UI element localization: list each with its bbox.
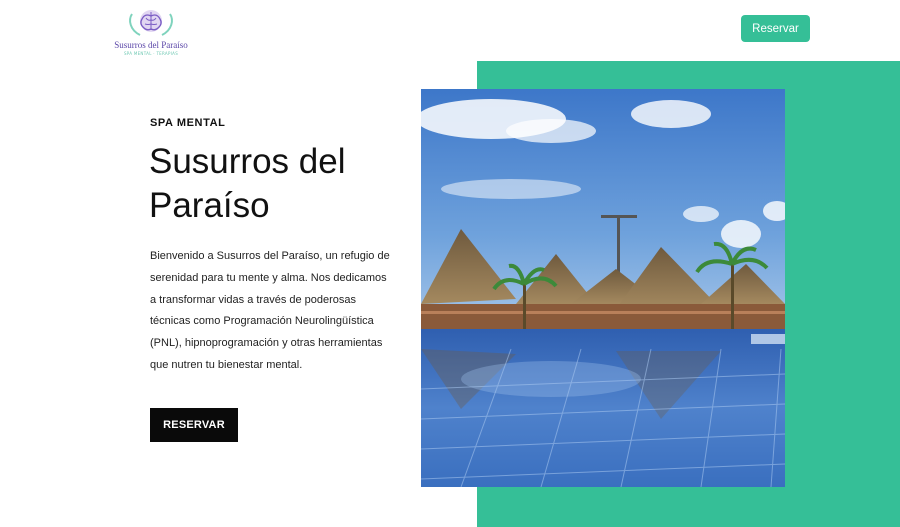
- logo-title: Susurros del Paraíso: [114, 40, 188, 50]
- site-header: Susurros del Paraíso SPA MENTAL · TERAPI…: [0, 0, 900, 60]
- reserve-cta-button[interactable]: RESERVAR: [150, 408, 238, 442]
- hero-eyebrow: SPA MENTAL: [150, 117, 226, 129]
- site-logo[interactable]: Susurros del Paraíso SPA MENTAL · TERAPI…: [108, 6, 194, 58]
- page-title: Susurros del Paraíso: [149, 142, 346, 225]
- logo-subtitle: SPA MENTAL · TERAPIAS: [123, 51, 179, 56]
- hero-description: Bienvenido a Susurros del Paraíso, un re…: [150, 250, 390, 371]
- brain-hands-icon: [129, 10, 173, 36]
- hero-photo-resort-pool: [421, 89, 785, 487]
- reserve-button-header[interactable]: Reservar: [741, 15, 810, 42]
